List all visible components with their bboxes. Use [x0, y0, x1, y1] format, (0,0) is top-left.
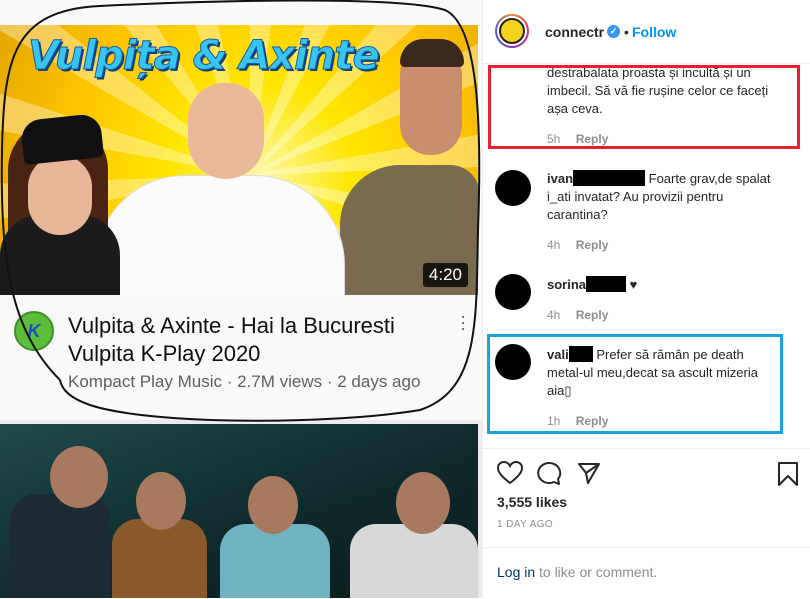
commenter-username[interactable]: sorina: [547, 277, 586, 292]
video-thumbnail: Vulpița & Axinte 4:20: [0, 25, 478, 295]
comment-text: sorina ♥: [547, 276, 787, 294]
comment-line: sorina ♥: [547, 276, 787, 294]
commenter-avatar[interactable]: [495, 274, 531, 310]
video-title-line1: Vulpita & Axinte - Hai la Bucuresti: [68, 313, 395, 338]
comment-meta: 4h Reply: [547, 308, 608, 322]
thumbnail2-person-1-head: [50, 446, 108, 508]
profile-avatar-ring: [497, 16, 527, 46]
login-prompt-text: to like or comment.: [539, 564, 658, 580]
video-duration-badge: 4:20: [422, 263, 468, 287]
thumbnail2-person-2-head: [136, 472, 186, 530]
comment-item: ivan Foarte grav,de spalat i_ati invatat…: [483, 168, 810, 258]
thumbnail2-person-4-head: [396, 472, 450, 534]
more-vert-icon: · · ·: [460, 306, 466, 338]
thumbnail-title: Vulpița & Axinte: [28, 33, 381, 80]
comment-item: sorina ♥ 4h Reply: [483, 274, 810, 334]
thumbnail-person-left-hat: [19, 112, 105, 166]
second-video-thumbnail: [0, 424, 478, 598]
commenter-avatar[interactable]: [495, 170, 531, 206]
thumbnail-person-center-face: [188, 83, 264, 179]
bookmark-icon[interactable]: [777, 461, 799, 487]
likes-count[interactable]: 3,555 likes: [497, 494, 567, 510]
video-title-line2: Vulpita K-Play 2020: [68, 341, 261, 366]
comment-icon[interactable]: [536, 461, 562, 485]
comment-line: i_ati invatat? Au provizii pentru: [547, 189, 724, 204]
share-icon[interactable]: [577, 461, 601, 485]
video-title: Vulpita & Axinte - Hai la Bucuresti Vulp…: [68, 312, 458, 368]
comment-meta: 4h Reply: [547, 238, 608, 252]
post-actions: 3,555 likes 1 DAY AGO Log in to like or …: [483, 448, 810, 598]
thumbnail-person-left-face: [28, 155, 92, 235]
heart-icon[interactable]: [497, 461, 523, 485]
thumbnail2-person-4: [350, 524, 478, 598]
header-separator: •: [624, 24, 629, 40]
thumbnail2-person-3-head: [248, 476, 298, 534]
thumbnail-person-center-body: [95, 175, 345, 295]
heart-emoji: ♥: [629, 277, 638, 292]
follow-button[interactable]: Follow: [632, 24, 676, 40]
redaction-bar: [586, 276, 627, 292]
thumbnail2-person-2: [112, 519, 207, 598]
thumbnail2-person-3: [220, 524, 330, 598]
redaction-bar: [573, 170, 646, 186]
comment-time: 4h: [547, 238, 561, 252]
post-image: Vulpița & Axinte 4:20 K Vulpita & Axinte…: [0, 0, 482, 598]
comment-line-text: Foarte grav,de spalat: [648, 171, 771, 186]
verified-icon: ✓: [607, 25, 620, 38]
comment-line: ivan Foarte grav,de spalat: [547, 170, 787, 188]
instagram-post-panel: connectr ✓ • Follow destrabalata proasta…: [482, 0, 810, 598]
thumbnail2-person-1: [10, 494, 110, 598]
profile-avatar-image: [499, 18, 525, 44]
post-timestamp: 1 DAY AGO: [497, 519, 554, 530]
blue-highlight-box: [487, 334, 783, 434]
profile-avatar[interactable]: [495, 14, 529, 48]
reply-button[interactable]: Reply: [576, 238, 609, 252]
comment-line: carantina?: [547, 207, 608, 222]
post-header: connectr ✓ • Follow: [483, 0, 810, 64]
video-meta: Kompact Play Music · 2.7M views · 2 days…: [68, 372, 421, 391]
login-link[interactable]: Log in: [497, 564, 535, 580]
reply-button[interactable]: Reply: [576, 308, 609, 322]
thumbnail-person-right-hair: [400, 39, 464, 67]
commenter-username[interactable]: ivan: [547, 171, 573, 186]
youtube-video-card: Vulpița & Axinte 4:20 K Vulpita & Axinte…: [0, 0, 482, 420]
comment-time: 4h: [547, 308, 561, 322]
red-highlight-box: [488, 65, 800, 149]
channel-avatar: K: [14, 311, 54, 351]
post-username[interactable]: connectr: [545, 24, 604, 40]
comment-text: ivan Foarte grav,de spalat i_ati invatat…: [547, 170, 787, 224]
login-prompt: Log in to like or comment.: [483, 547, 810, 599]
